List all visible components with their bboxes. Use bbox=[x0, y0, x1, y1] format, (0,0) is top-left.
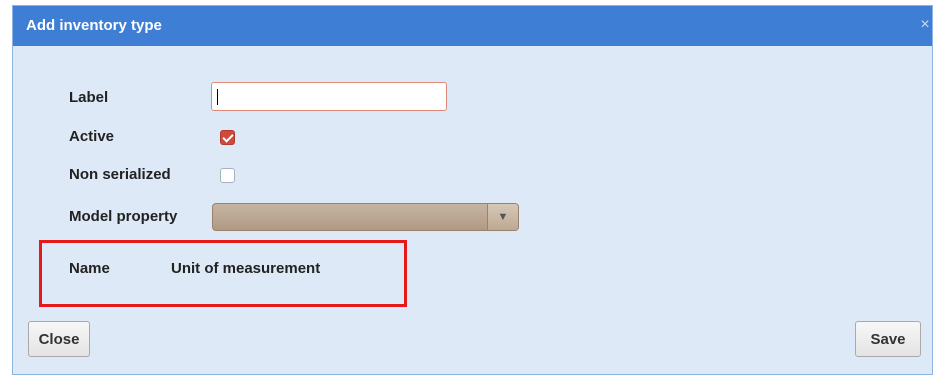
active-caption: Active bbox=[69, 128, 115, 145]
save-button[interactable]: Save bbox=[855, 321, 921, 357]
column-header-unit: Unit of measurement bbox=[171, 260, 321, 277]
text-cursor bbox=[217, 89, 218, 105]
model-property-select[interactable]: ▼ bbox=[212, 203, 519, 231]
non-serialized-caption: Non serialized bbox=[69, 166, 171, 183]
add-inventory-type-dialog: Add inventory type × Label Active Non se… bbox=[12, 5, 933, 375]
column-header-name: Name bbox=[69, 260, 110, 277]
dropdown-arrow-icon[interactable]: ▼ bbox=[487, 204, 518, 230]
dialog-titlebar[interactable]: Add inventory type × bbox=[13, 6, 932, 46]
label-field-caption: Label bbox=[69, 89, 109, 106]
model-property-caption: Model property bbox=[69, 208, 178, 225]
non-serialized-checkbox[interactable] bbox=[220, 168, 235, 183]
close-icon[interactable]: × bbox=[916, 16, 933, 34]
dialog-title: Add inventory type bbox=[26, 17, 162, 34]
label-input[interactable] bbox=[211, 82, 447, 111]
close-button[interactable]: Close bbox=[28, 321, 90, 357]
active-checkbox[interactable] bbox=[220, 130, 235, 145]
